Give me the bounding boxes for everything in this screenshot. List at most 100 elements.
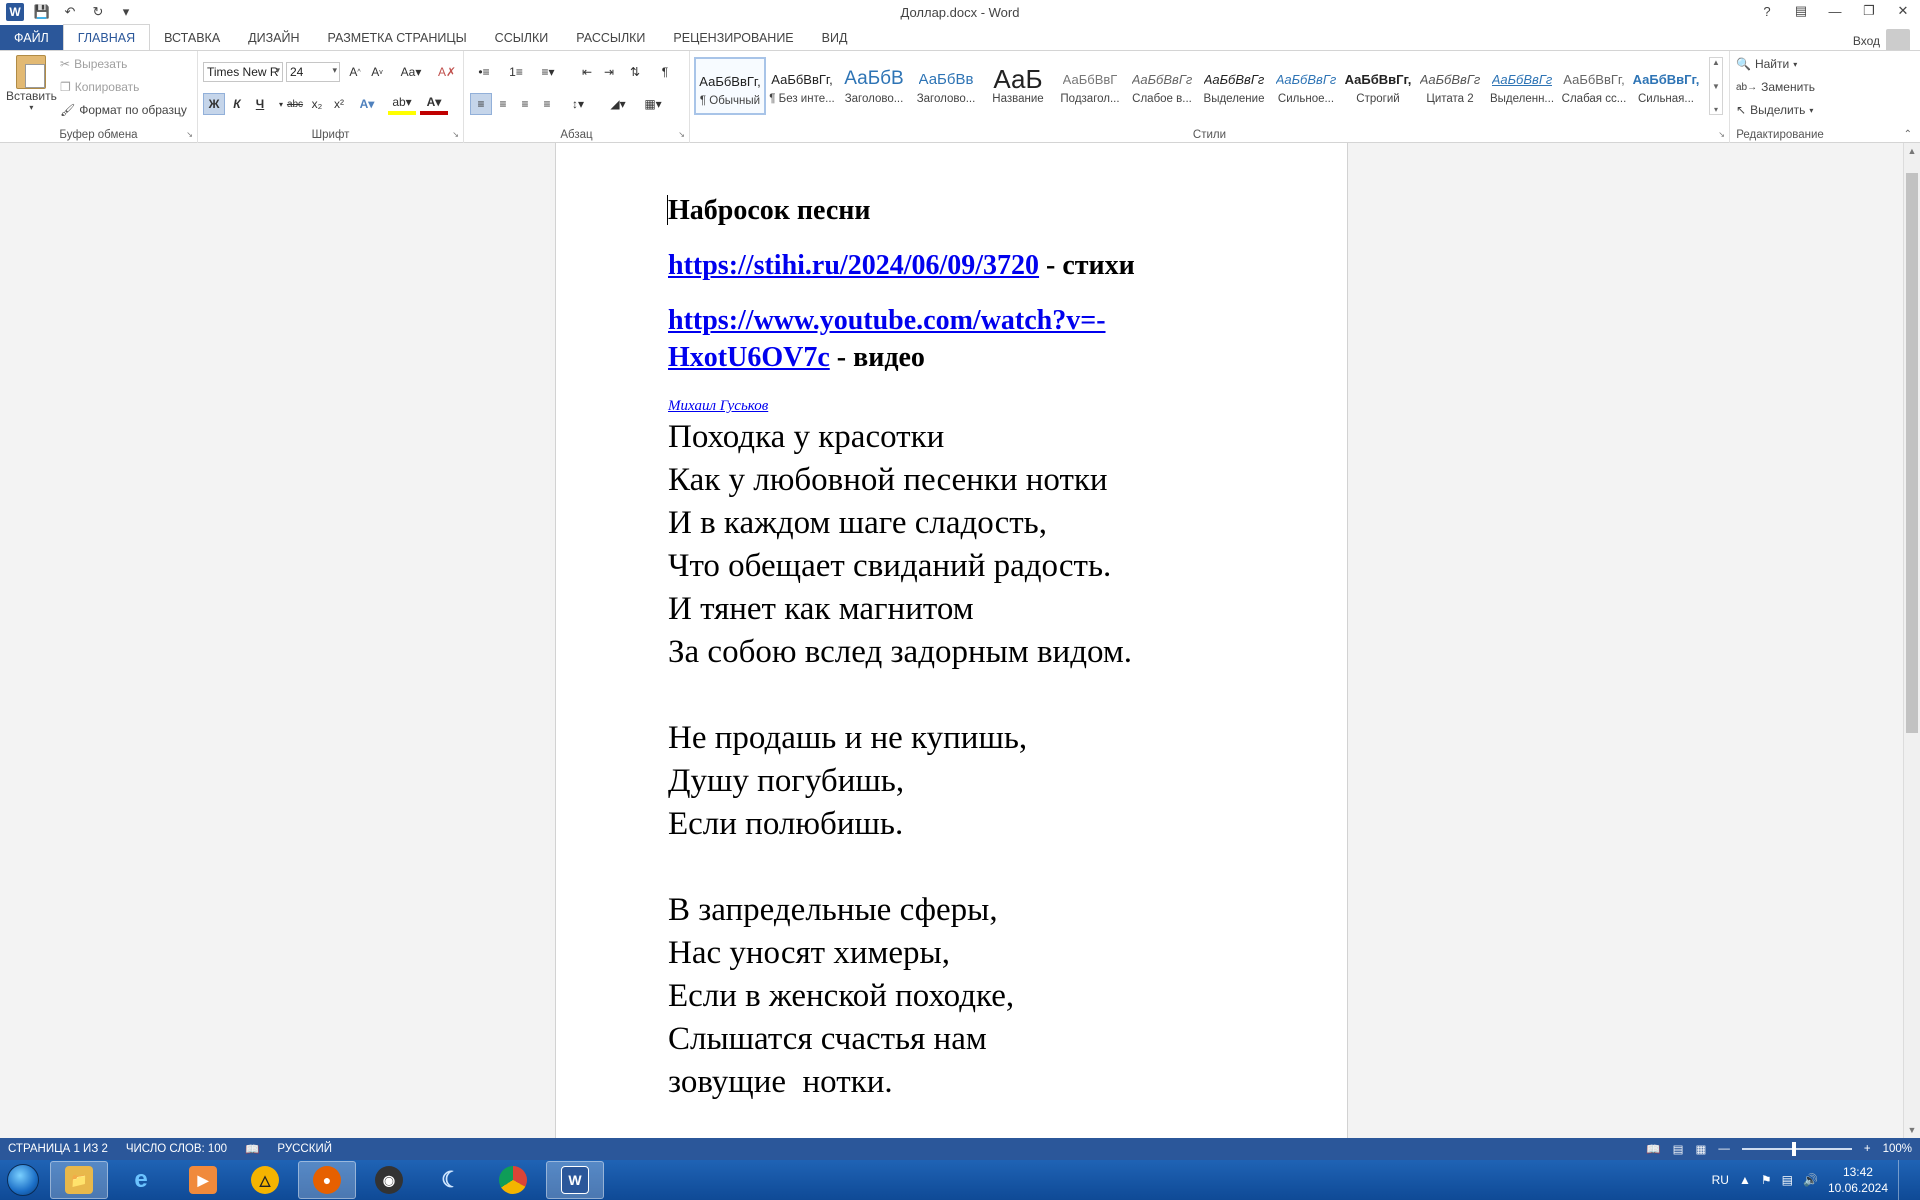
tab-review[interactable]: РЕЦЕНЗИРОВАНИЕ <box>659 25 807 50</box>
input-language[interactable]: RU <box>1712 1173 1729 1187</box>
sign-in-label[interactable]: Вход <box>1853 34 1880 48</box>
style-quote[interactable]: АаБбВвГг Цитата 2 <box>1414 57 1486 115</box>
tab-insert[interactable]: ВСТАВКА <box>150 25 234 50</box>
word-count[interactable]: ЧИСЛО СЛОВ: 100 <box>126 1143 227 1155</box>
highlight-color-icon[interactable]: ab▾ <box>388 93 416 115</box>
taskbar-ie[interactable]: e <box>112 1161 170 1199</box>
show-formatting-icon[interactable]: ¶ <box>654 61 676 83</box>
taskbar-app-dark[interactable]: ◉ <box>360 1161 418 1199</box>
chevron-up-icon[interactable]: ▲ <box>1739 1173 1751 1187</box>
help-icon[interactable]: ? <box>1758 2 1776 20</box>
zoom-out-icon[interactable]: — <box>1718 1143 1730 1155</box>
bold-button[interactable]: Ж <box>203 93 225 115</box>
grow-font-icon[interactable]: A ^ <box>344 61 366 83</box>
style-title[interactable]: АаБ Название <box>982 57 1054 115</box>
chevron-up-icon[interactable]: ▲ <box>1712 58 1720 67</box>
tab-view[interactable]: ВИД <box>808 25 862 50</box>
taskbar-firefox[interactable]: ● <box>298 1161 356 1199</box>
taskbar-chrome[interactable] <box>484 1161 542 1199</box>
tab-home[interactable]: ГЛАВНАЯ <box>62 24 151 50</box>
align-center-icon[interactable]: ≡ <box>492 93 514 115</box>
taskbar-app-triangle[interactable]: △ <box>236 1161 294 1199</box>
numbering-icon[interactable]: 1≡ <box>502 61 530 83</box>
zoom-slider-knob[interactable] <box>1791 1142 1796 1156</box>
tab-design[interactable]: ДИЗАЙН <box>234 25 313 50</box>
youtube-link-part2[interactable]: HxotU6OV7c <box>668 342 830 373</box>
clock[interactable]: 13:42 10.06.2024 <box>1828 1164 1888 1196</box>
vertical-scrollbar[interactable]: ▲ ▼ <box>1903 143 1920 1138</box>
ribbon-display-options-icon[interactable]: ▤ <box>1792 2 1810 20</box>
sort-icon[interactable]: ⇅ <box>624 61 646 83</box>
show-desktop-button[interactable] <box>1898 1160 1908 1200</box>
dialog-launcher-icon[interactable]: ↘ <box>678 130 685 139</box>
style-intense-emphasis[interactable]: АаБбВвГг Сильное... <box>1270 57 1342 115</box>
volume-icon[interactable]: 🔊 <box>1803 1173 1818 1187</box>
start-button[interactable] <box>0 1160 46 1200</box>
document-page[interactable]: Набросок песни https://stihi.ru/2024/06/… <box>555 143 1348 1138</box>
scroll-down-icon[interactable]: ▼ <box>1904 1122 1920 1138</box>
line-spacing-icon[interactable]: ↕▾ <box>564 93 592 115</box>
taskbar-app-moon[interactable]: ☾ <box>422 1161 480 1199</box>
bullets-icon[interactable]: •≡ <box>470 61 498 83</box>
superscript-button[interactable]: x² <box>328 93 350 115</box>
style-strong[interactable]: АаБбВвГг, Строгий <box>1342 57 1414 115</box>
increase-indent-icon[interactable]: ⇥ <box>598 61 620 83</box>
multilevel-list-icon[interactable]: ≡▾ <box>534 61 562 83</box>
web-layout-icon[interactable]: ▦ <box>1695 1142 1706 1156</box>
paste-button[interactable]: Вставить ▾ <box>6 55 57 112</box>
strikethrough-button[interactable]: abc <box>284 93 306 115</box>
style-heading-1[interactable]: АаБбВ Заголово... <box>838 57 910 115</box>
style-intense-quote[interactable]: АаБбВвГг Выделенн... <box>1486 57 1558 115</box>
document-workspace[interactable]: Набросок песни https://stihi.ru/2024/06/… <box>0 143 1903 1138</box>
style-no-spacing[interactable]: АаБбВвГг, ¶ Без инте... <box>766 57 838 115</box>
copy-button[interactable]: ❐ Копировать <box>60 80 139 94</box>
more-icon[interactable]: ▾ <box>1714 105 1718 114</box>
network-icon[interactable]: ▤ <box>1782 1173 1793 1187</box>
replace-button[interactable]: ab→ Заменить <box>1736 80 1815 94</box>
text-effects-icon[interactable]: A▾ <box>356 93 378 115</box>
zoom-slider[interactable] <box>1741 1142 1852 1156</box>
style-subtle-reference[interactable]: АаБбВвГг, Слабая сс... <box>1558 57 1630 115</box>
format-painter-button[interactable]: 🖌 Формат по образцу <box>60 103 187 117</box>
chevron-down-icon[interactable]: ▼ <box>1712 82 1720 91</box>
style-intense-reference[interactable]: АаБбВвГг, Сильная... <box>1630 57 1702 115</box>
page-count[interactable]: СТРАНИЦА 1 ИЗ 2 <box>8 1143 108 1155</box>
scroll-up-icon[interactable]: ▲ <box>1904 143 1920 159</box>
style-normal[interactable]: АаБбВвГг, ¶ Обычный <box>694 57 766 115</box>
align-left-icon[interactable]: ≡ <box>470 93 492 115</box>
language-indicator[interactable]: РУССКИЙ <box>277 1143 332 1155</box>
taskbar-media-player[interactable]: ▶ <box>174 1161 232 1199</box>
borders-icon[interactable]: ▦▾ <box>639 93 667 115</box>
scroll-thumb[interactable] <box>1906 173 1918 733</box>
font-name-combo[interactable]: Times New R ▾ <box>203 62 283 82</box>
underline-button[interactable]: Ч <box>249 93 271 115</box>
dialog-launcher-icon[interactable]: ↘ <box>1718 130 1725 139</box>
shading-icon[interactable]: ◢▾ <box>604 93 632 115</box>
proofing-icon[interactable]: 📖 <box>245 1142 259 1156</box>
collapse-ribbon-icon[interactable]: ⌃ <box>1904 129 1912 140</box>
restore-icon[interactable]: ❐ <box>1860 2 1878 20</box>
tab-layout[interactable]: РАЗМЕТКА СТРАНИЦЫ <box>314 25 481 50</box>
taskbar-word[interactable]: W <box>546 1161 604 1199</box>
style-heading-2[interactable]: АаБбВв Заголово... <box>910 57 982 115</box>
read-mode-icon[interactable]: 📖 <box>1646 1142 1660 1156</box>
dialog-launcher-icon[interactable]: ↘ <box>452 130 459 139</box>
dialog-launcher-icon[interactable]: ↘ <box>186 130 193 139</box>
select-button[interactable]: ↖ Выделить ▾ <box>1736 103 1813 117</box>
youtube-link-part1[interactable]: https://www.youtube.com/watch?v=- <box>668 305 1106 336</box>
subscript-button[interactable]: x₂ <box>306 93 328 115</box>
style-subtle-emphasis[interactable]: АаБбВвГг Слабое в... <box>1126 57 1198 115</box>
style-subtitle[interactable]: АаБбВвГ Подзагол... <box>1054 57 1126 115</box>
decrease-indent-icon[interactable]: ⇤ <box>576 61 598 83</box>
tab-references[interactable]: ССЫЛКИ <box>481 25 563 50</box>
justify-icon[interactable]: ≡ <box>536 93 558 115</box>
italic-button[interactable]: К <box>226 93 248 115</box>
print-layout-icon[interactable]: ▤ <box>1673 1142 1684 1156</box>
tab-mailings[interactable]: РАССЫЛКИ <box>562 25 659 50</box>
clear-formatting-icon[interactable]: A✗ <box>436 61 458 83</box>
styles-gallery-scroll[interactable]: ▲ ▼ ▾ <box>1709 57 1723 115</box>
zoom-level[interactable]: 100% <box>1883 1143 1912 1155</box>
page-content[interactable]: Набросок песни https://stihi.ru/2024/06/… <box>667 193 1268 1104</box>
minimize-icon[interactable]: — <box>1826 2 1844 20</box>
tab-file[interactable]: ФАЙЛ <box>0 25 63 50</box>
